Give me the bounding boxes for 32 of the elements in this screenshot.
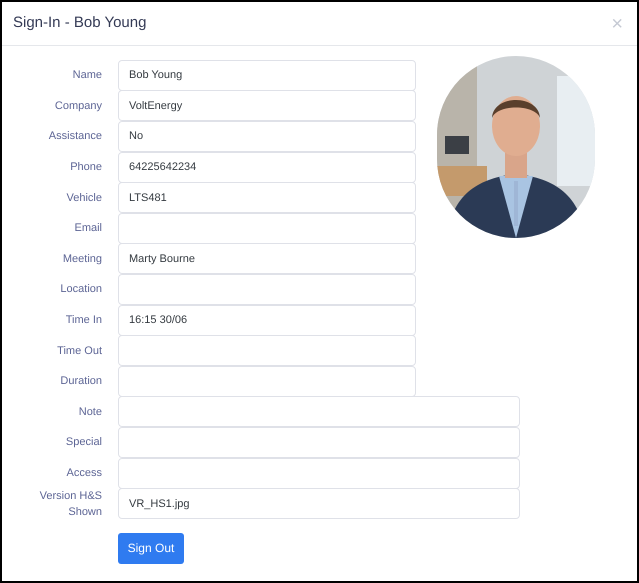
field-label: Vehicle xyxy=(66,190,102,206)
text-field[interactable] xyxy=(118,458,520,489)
text-field[interactable] xyxy=(118,396,520,428)
text-field[interactable]: VoltEnergy xyxy=(118,90,416,122)
text-field[interactable]: 64225642234 xyxy=(118,152,416,183)
field-label: Email xyxy=(73,221,102,236)
text-field[interactable] xyxy=(118,274,416,305)
text-field[interactable] xyxy=(118,335,416,366)
field-label: Meeting xyxy=(62,252,102,267)
field-label: Location xyxy=(59,282,102,298)
text-field[interactable]: VR_HS1.jpg xyxy=(118,488,520,520)
text-field[interactable]: 16:15 30/06 xyxy=(118,304,416,336)
field-label: Duration xyxy=(59,374,102,390)
field-label: Access xyxy=(66,466,102,482)
field-label: Phone xyxy=(69,160,102,176)
field-label: Version H&S Shown xyxy=(38,488,102,520)
field-label: Time Out xyxy=(56,344,102,359)
sign-out-button[interactable]: Sign Out xyxy=(118,532,184,564)
field-label: Company xyxy=(54,98,102,114)
text-field[interactable]: No xyxy=(118,120,416,152)
field-label: Time In xyxy=(64,313,102,328)
text-field[interactable]: Marty Bourne xyxy=(118,243,416,274)
text-field[interactable] xyxy=(118,426,520,458)
field-label: Note xyxy=(78,404,102,420)
dialog-title: Sign-In - Bob Young xyxy=(13,13,146,34)
text-field[interactable] xyxy=(118,366,416,397)
text-field[interactable]: LTS481 xyxy=(118,182,416,214)
text-field[interactable]: Bob Young xyxy=(118,60,416,91)
field-label: Special xyxy=(64,435,102,450)
text-field[interactable] xyxy=(118,212,416,244)
field-label: Assistance xyxy=(48,129,102,144)
field-label: Name xyxy=(72,68,102,84)
